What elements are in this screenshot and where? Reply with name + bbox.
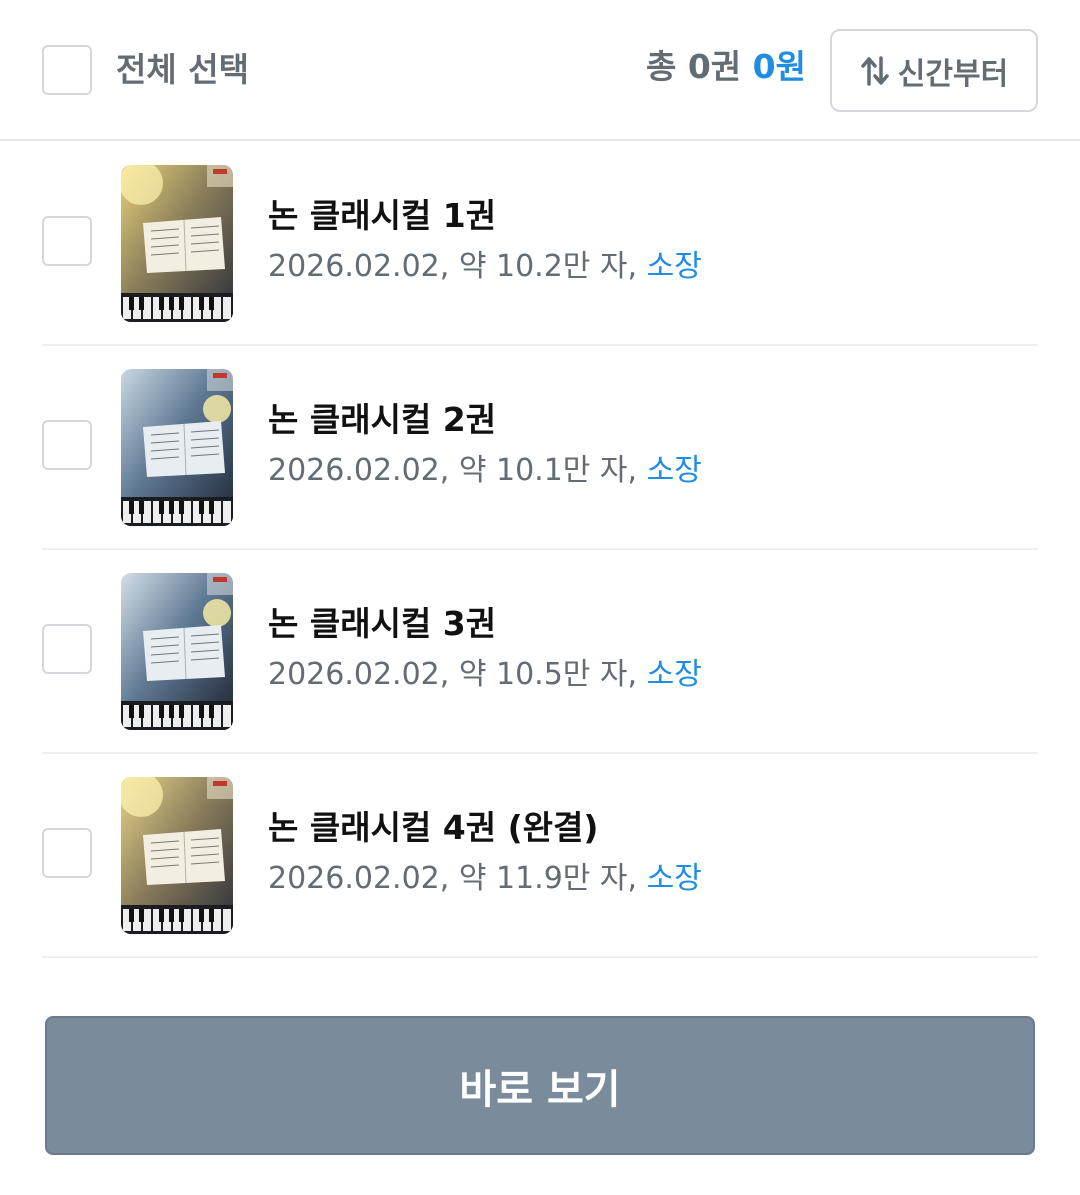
owned-status: 소장 — [646, 657, 702, 692]
summary-count: 총 0권 — [646, 47, 742, 86]
book-row: 논 클래시컬 3권 2026.02.02, 약 10.5만 자, 소장 — [42, 550, 1038, 754]
book-cover[interactable] — [121, 777, 233, 934]
book-title[interactable]: 논 클래시컬 2권 — [268, 398, 496, 442]
owned-status: 소장 — [646, 453, 702, 488]
book-cover-image — [121, 777, 233, 934]
select-all-checkbox[interactable] — [42, 45, 92, 95]
book-length: 약 10.1만 자, — [458, 453, 647, 488]
book-length: 약 11.9만 자, — [458, 861, 647, 896]
book-checkbox[interactable] — [42, 420, 92, 470]
purchase-summary: 총 0권 0원 — [646, 45, 806, 89]
selection-header: 전체 선택 총 0권 0원 신간부터 — [0, 0, 1080, 141]
sort-label: 신간부터 — [897, 56, 1009, 92]
view-now-button[interactable]: 바로 보기 — [45, 1016, 1035, 1155]
book-length: 약 10.2만 자, — [458, 249, 647, 284]
book-cover[interactable] — [121, 165, 233, 322]
book-cover-image — [121, 369, 233, 526]
book-row: 논 클래시컬 2권 2026.02.02, 약 10.1만 자, 소장 — [42, 346, 1038, 550]
book-title[interactable]: 논 클래시컬 3권 — [268, 602, 496, 646]
book-row: 논 클래시컬 1권 2026.02.02, 약 10.2만 자, 소장 — [42, 142, 1038, 346]
select-all-label[interactable]: 전체 선택 — [116, 48, 249, 92]
book-title[interactable]: 논 클래시컬 4권 (완결) — [268, 806, 598, 850]
book-meta: 2026.02.02, 약 10.2만 자, 소장 — [268, 246, 702, 288]
book-date: 2026.02.02, — [268, 861, 459, 896]
view-now-label: 바로 보기 — [459, 1066, 621, 1113]
sort-button[interactable]: 신간부터 — [830, 29, 1038, 112]
book-date: 2026.02.02, — [268, 249, 459, 284]
sort-arrows-icon — [861, 55, 889, 86]
book-cover[interactable] — [121, 369, 233, 526]
book-cover-image — [121, 573, 233, 730]
book-checkbox[interactable] — [42, 828, 92, 878]
book-date: 2026.02.02, — [268, 453, 459, 488]
book-length: 약 10.5만 자, — [458, 657, 647, 692]
owned-status: 소장 — [646, 861, 702, 896]
book-date: 2026.02.02, — [268, 657, 459, 692]
owned-status: 소장 — [646, 249, 702, 284]
book-cover[interactable] — [121, 573, 233, 730]
book-meta: 2026.02.02, 약 10.1만 자, 소장 — [268, 450, 702, 492]
book-meta: 2026.02.02, 약 10.5만 자, 소장 — [268, 654, 702, 696]
book-checkbox[interactable] — [42, 216, 92, 266]
summary-price: 0원 — [752, 47, 806, 86]
book-checkbox[interactable] — [42, 624, 92, 674]
book-title[interactable]: 논 클래시컬 1권 — [268, 194, 496, 238]
book-meta: 2026.02.02, 약 11.9만 자, 소장 — [268, 858, 702, 900]
book-cover-image — [121, 165, 233, 322]
book-row: 논 클래시컬 4권 (완결) 2026.02.02, 약 11.9만 자, 소장 — [42, 754, 1038, 958]
